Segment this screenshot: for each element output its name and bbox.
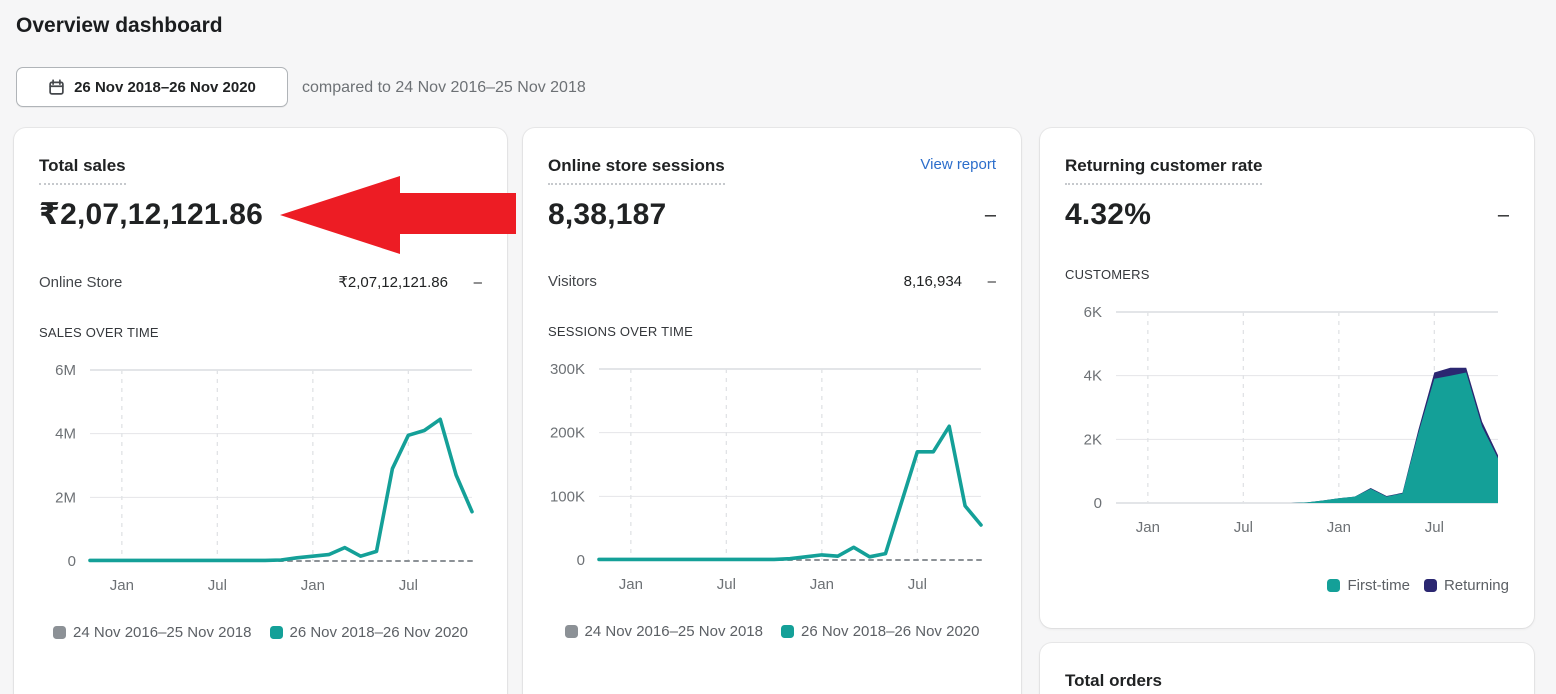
svg-text:Jan: Jan — [619, 576, 643, 593]
legend-item-current: 26 Nov 2018–26 Nov 2020 — [781, 623, 979, 640]
sessions-delta: – — [985, 197, 996, 233]
previous-period-swatch — [53, 626, 66, 639]
returning-label: Returning — [1444, 577, 1509, 594]
svg-text:Jul: Jul — [208, 577, 227, 594]
legend-item-current: 26 Nov 2018–26 Nov 2020 — [270, 624, 468, 641]
customers-label: CUSTOMERS — [1065, 267, 1509, 282]
returning-rate-value: 4.32% — [1065, 197, 1151, 233]
svg-text:Jan: Jan — [110, 577, 134, 594]
overview-dashboard-page: Overview dashboard 26 Nov 2018–26 Nov 20… — [0, 0, 1556, 694]
visitors-row: Visitors 8,16,934 – — [548, 273, 996, 290]
first-time-swatch — [1327, 579, 1340, 592]
svg-text:Jul: Jul — [399, 577, 418, 594]
svg-text:4K: 4K — [1084, 368, 1102, 385]
current-period-swatch — [270, 626, 283, 639]
sessions-over-time-chart: 0 100K 200K 300K Jan Jul Jan Jul — [548, 353, 991, 601]
page-title: Overview dashboard — [16, 14, 223, 38]
returning-rate-title[interactable]: Returning customer rate — [1065, 156, 1262, 185]
current-period-label: 26 Nov 2018–26 Nov 2020 — [801, 623, 979, 640]
online-store-label: Online Store — [39, 274, 338, 291]
total-sales-title[interactable]: Total sales — [39, 156, 126, 185]
previous-period-label: 24 Nov 2016–25 Nov 2018 — [73, 624, 251, 641]
total-sales-value: ₹2,07,12,121.86 — [39, 197, 263, 233]
sales-chart-legend: 24 Nov 2016–25 Nov 2018 26 Nov 2018–26 N… — [39, 624, 482, 641]
comparison-text: compared to 24 Nov 2016–25 Nov 2018 — [302, 79, 586, 97]
sessions-value: 8,38,187 — [548, 197, 666, 233]
svg-text:Jan: Jan — [1136, 519, 1160, 536]
svg-text:Jul: Jul — [717, 576, 736, 593]
total-sales-card: Total sales ₹2,07,12,121.86 Online Store… — [14, 128, 507, 694]
sessions-title[interactable]: Online store sessions — [548, 156, 725, 185]
svg-text:2M: 2M — [55, 489, 76, 506]
svg-text:0: 0 — [68, 553, 76, 570]
legend-item-previous: 24 Nov 2016–25 Nov 2018 — [565, 623, 763, 640]
svg-text:Jan: Jan — [810, 576, 834, 593]
current-period-swatch — [781, 625, 794, 638]
legend-item-returning: Returning — [1424, 577, 1509, 594]
visitors-label: Visitors — [548, 273, 904, 290]
date-range-label: 26 Nov 2018–26 Nov 2020 — [74, 79, 256, 96]
total-orders-card: Total orders — [1040, 643, 1534, 694]
returning-swatch — [1424, 579, 1437, 592]
svg-text:6M: 6M — [55, 362, 76, 379]
svg-text:Jan: Jan — [301, 577, 325, 594]
total-orders-title[interactable]: Total orders — [1065, 671, 1162, 694]
previous-period-label: 24 Nov 2016–25 Nov 2018 — [585, 623, 763, 640]
calendar-icon — [48, 79, 65, 96]
sales-over-time-label: SALES OVER TIME — [39, 325, 482, 340]
legend-item-first-time: First-time — [1327, 577, 1410, 594]
sales-over-time-chart: 0 2M 4M 6M Jan Jul Jan Jul — [39, 354, 482, 602]
visitors-value: 8,16,934 — [904, 273, 962, 290]
sessions-chart-legend: 24 Nov 2016–25 Nov 2018 26 Nov 2018–26 N… — [548, 623, 996, 640]
svg-text:300K: 300K — [550, 361, 585, 378]
online-store-value: ₹2,07,12,121.86 — [338, 273, 448, 291]
svg-text:2K: 2K — [1084, 431, 1102, 448]
customers-chart: 0 2K 4K 6K Jan Jul Jan Jul — [1065, 296, 1508, 541]
view-report-link[interactable]: View report — [920, 156, 996, 173]
previous-period-swatch — [565, 625, 578, 638]
online-store-row: Online Store ₹2,07,12,121.86 – — [39, 273, 482, 291]
svg-text:Jul: Jul — [908, 576, 927, 593]
svg-text:200K: 200K — [550, 425, 585, 442]
svg-text:100K: 100K — [550, 488, 585, 505]
date-range-button[interactable]: 26 Nov 2018–26 Nov 2020 — [16, 67, 288, 107]
svg-text:Jul: Jul — [1234, 519, 1253, 536]
sessions-over-time-label: SESSIONS OVER TIME — [548, 324, 996, 339]
returning-rate-delta: – — [1498, 197, 1509, 233]
svg-text:Jan: Jan — [1327, 519, 1351, 536]
svg-text:0: 0 — [577, 552, 585, 569]
svg-text:4M: 4M — [55, 426, 76, 443]
online-store-delta: – — [448, 274, 482, 291]
customers-chart-legend: First-time Returning — [1065, 577, 1509, 594]
legend-item-previous: 24 Nov 2016–25 Nov 2018 — [53, 624, 251, 641]
svg-text:Jul: Jul — [1425, 519, 1444, 536]
current-period-label: 26 Nov 2018–26 Nov 2020 — [290, 624, 468, 641]
visitors-delta: – — [962, 273, 996, 290]
svg-text:6K: 6K — [1084, 304, 1102, 321]
svg-text:0: 0 — [1094, 495, 1102, 512]
online-store-sessions-card: Online store sessions View report 8,38,1… — [523, 128, 1021, 694]
returning-customer-rate-card: Returning customer rate 4.32% – CUSTOMER… — [1040, 128, 1534, 628]
first-time-label: First-time — [1347, 577, 1410, 594]
